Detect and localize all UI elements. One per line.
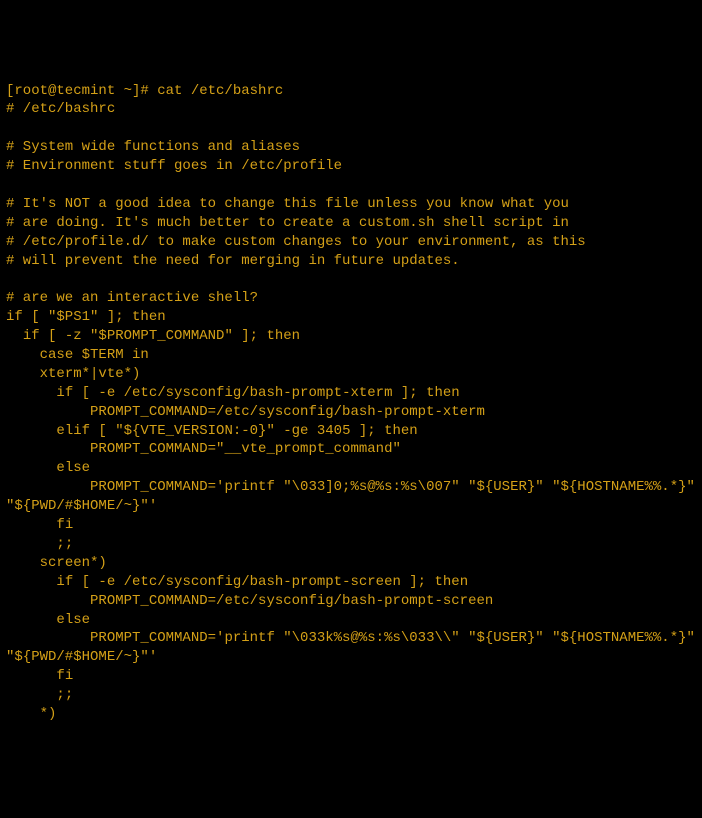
output-line: else: [6, 460, 90, 476]
output-line: PROMPT_COMMAND="__vte_prompt_command": [6, 441, 401, 457]
output-line: # Environment stuff goes in /etc/profile: [6, 158, 342, 174]
output-line: # will prevent the need for merging in f…: [6, 253, 460, 269]
output-line: else: [6, 612, 90, 628]
output-line: if [ -z "$PROMPT_COMMAND" ]; then: [6, 328, 300, 344]
output-line: fi: [6, 517, 73, 533]
output-line: screen*): [6, 555, 107, 571]
output-line: ;;: [6, 687, 73, 703]
output-line: if [ -e /etc/sysconfig/bash-prompt-xterm…: [6, 385, 460, 401]
output-line: # /etc/profile.d/ to make custom changes…: [6, 234, 586, 250]
output-line: # are we an interactive shell?: [6, 290, 258, 306]
output-line: # System wide functions and aliases: [6, 139, 300, 155]
output-line: ;;: [6, 536, 73, 552]
output-line: case $TERM in: [6, 347, 149, 363]
output-line: if [ "$PS1" ]; then: [6, 309, 166, 325]
output-line: *): [6, 706, 56, 722]
output-line: if [ -e /etc/sysconfig/bash-prompt-scree…: [6, 574, 468, 590]
output-line: # It's NOT a good idea to change this fi…: [6, 196, 569, 212]
output-line: PROMPT_COMMAND='printf "\033]0;%s@%s:%s\…: [6, 479, 702, 514]
command-prompt: [root@tecmint ~]# cat /etc/bashrc: [6, 83, 283, 99]
terminal-output: [root@tecmint ~]# cat /etc/bashrc # /etc…: [6, 82, 696, 724]
output-line: elif [ "${VTE_VERSION:-0}" -ge 3405 ]; t…: [6, 423, 418, 439]
output-line: # are doing. It's much better to create …: [6, 215, 569, 231]
output-line: xterm*|vte*): [6, 366, 140, 382]
output-line: fi: [6, 668, 73, 684]
output-line: PROMPT_COMMAND=/etc/sysconfig/bash-promp…: [6, 593, 493, 609]
output-line: PROMPT_COMMAND=/etc/sysconfig/bash-promp…: [6, 404, 485, 420]
output-line: # /etc/bashrc: [6, 101, 115, 117]
